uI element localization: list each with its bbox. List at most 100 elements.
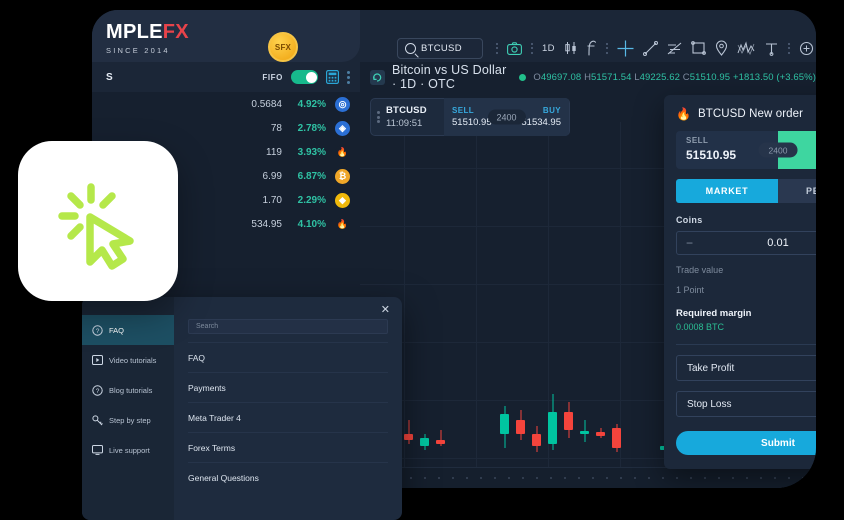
fib-icon[interactable]: [667, 36, 682, 60]
brand-name-red: FX: [162, 21, 189, 43]
help-topic-item[interactable]: Meta Trader 4: [188, 402, 388, 432]
quantity-value[interactable]: 0.01: [698, 237, 816, 249]
chart-tools: 1D: [496, 36, 816, 60]
help-sidebar-label: Live support: [109, 445, 150, 455]
help-sidebar-item-step-by-step[interactable]: Step by step: [82, 405, 174, 435]
zoom-icon[interactable]: [799, 36, 814, 60]
point-row: 1 Point 0 BTC: [676, 285, 816, 295]
candlestick: [436, 122, 445, 488]
order-side-selector: SELL 51510.95 BUY 51534.95 2400: [676, 131, 816, 169]
submit-button[interactable]: Submit: [676, 431, 816, 455]
margin-labels-row: Required margin Free margin: [676, 308, 816, 319]
ohlc-o-value: 49697.08: [540, 71, 582, 83]
ticket-buy[interactable]: BUY 51534.95: [521, 106, 561, 128]
candle-body: [516, 420, 525, 434]
click-cursor-icon: [58, 183, 134, 270]
help-search-placeholder: Search: [196, 323, 219, 330]
ticket-symbol-block: BTCUSD 11:09:51: [386, 105, 444, 129]
ohlc-o-key: O: [533, 71, 541, 83]
watchlist-menu-icon[interactable]: [347, 70, 350, 84]
help-topic-item[interactable]: Payments: [188, 372, 388, 402]
toolbar-separator: [531, 42, 533, 54]
amount-label: Coins: [676, 215, 703, 225]
watchlist-price: 534.95: [251, 218, 282, 230]
ohlc-h-value: 51571.54: [591, 71, 632, 83]
time-tick: [676, 477, 678, 479]
watchlist-price: 119: [266, 146, 282, 158]
quantity-stepper[interactable]: − 0.01 +: [676, 231, 816, 255]
new-order-header: 🔥 BTCUSD New order ✕: [664, 95, 816, 131]
camera-icon[interactable]: [507, 36, 522, 60]
timeframe-button[interactable]: 1D: [542, 36, 555, 60]
measure-icon[interactable]: [764, 36, 779, 60]
calculator-icon[interactable]: [326, 70, 339, 84]
function-icon[interactable]: [587, 36, 597, 60]
ticket-symbol: BTCUSD: [386, 105, 427, 116]
help-topic-item[interactable]: General Questions: [188, 462, 388, 492]
tab-market[interactable]: MARKET: [676, 179, 778, 203]
watchlist-row[interactable]: 78 2.78% ◈: [92, 116, 360, 140]
decrement-button[interactable]: −: [686, 236, 698, 250]
toolbar-separator: [787, 42, 790, 54]
symbol-search-input[interactable]: BTCUSD: [397, 38, 483, 59]
video-icon: [91, 354, 103, 366]
point-label: 1 Point: [676, 285, 705, 295]
brand-name: MPLEFX: [106, 22, 189, 42]
take-profit-row[interactable]: Take Profit +: [676, 355, 816, 381]
help-topic-item[interactable]: FAQ: [188, 342, 388, 372]
pin-icon[interactable]: [715, 36, 728, 60]
rectangle-icon[interactable]: [690, 36, 706, 60]
watchlist-row[interactable]: 0.5684 4.92% ◎: [92, 92, 360, 116]
ticket-sell-label: SELL: [452, 106, 475, 115]
watchlist-price: 78: [270, 122, 282, 134]
fifo-toggle[interactable]: [291, 70, 318, 84]
help-panel: ? FAQ Video tutorials? Blog tutorials Step b…: [82, 297, 402, 520]
time-tick: [424, 477, 426, 479]
time-tick: [592, 477, 594, 479]
help-content: ✕ Search FAQ Payments Meta Trader 4 Forex T…: [174, 297, 402, 520]
brand-tagline: SINCE 2014: [106, 46, 170, 55]
candlestick: [564, 122, 573, 488]
help-search-input[interactable]: Search: [188, 319, 388, 334]
new-order-panel: 🔥 BTCUSD New order ✕ SELL 51510.95 BUY 5…: [664, 95, 816, 469]
elliott-icon[interactable]: [737, 36, 755, 60]
time-tick: [732, 477, 734, 479]
time-tick: [760, 477, 762, 479]
open-position-ticket[interactable]: BTCUSD 11:09:51 SELL 51510.95 2400 BUY 5…: [370, 98, 570, 136]
divider: [676, 344, 816, 345]
candlestick: [580, 122, 589, 488]
chart-time-axis: [360, 467, 816, 488]
help-sidebar-item-faq[interactable]: ? FAQ: [82, 315, 174, 345]
brand-tab: MPLEFX SINCE 2014 SFX: [92, 10, 360, 62]
time-tick: [648, 477, 650, 479]
help-sidebar-item-live-support[interactable]: Live support: [82, 435, 174, 465]
ticket-menu-icon[interactable]: [377, 111, 380, 123]
time-tick: [522, 477, 524, 479]
brand-name-white: MPLE: [106, 21, 163, 43]
watchlist-price: 1.70: [262, 194, 282, 206]
help-close-icon[interactable]: ✕: [381, 303, 390, 316]
help-sidebar-label: FAQ: [109, 325, 125, 335]
crosshair-icon[interactable]: [617, 36, 634, 60]
help-topic-list: FAQ Payments Meta Trader 4 Forex Terms Gener…: [188, 342, 388, 492]
ticket-buy-label: BUY: [542, 106, 561, 115]
candles-icon[interactable]: [564, 36, 578, 60]
coin-icon: 🔥: [335, 144, 350, 160]
symbol-info-bar: Bitcoin vs US Dollar · 1D · OTC O49697.0…: [370, 62, 816, 92]
help-sidebar-item-video-tutorials[interactable]: Video tutorials: [82, 345, 174, 375]
time-tick: [550, 477, 552, 479]
candle-body: [532, 434, 541, 446]
coin-icon: ₿: [335, 168, 350, 184]
flame-icon: 🔥: [676, 107, 691, 121]
watchlist-change: 4.92%: [297, 98, 326, 110]
required-margin-label: Required margin: [676, 308, 752, 319]
ticket-sell[interactable]: SELL 51510.95: [452, 106, 492, 128]
time-tick: [410, 477, 412, 479]
help-sidebar: ? FAQ Video tutorials? Blog tutorials Step b…: [82, 297, 174, 520]
amount-header: Coins Available:12.24: [676, 215, 816, 225]
help-sidebar-item-blog-tutorials[interactable]: ? Blog tutorials: [82, 375, 174, 405]
trendline-icon[interactable]: [642, 36, 658, 60]
help-topic-item[interactable]: Forex Terms: [188, 432, 388, 462]
tab-pending[interactable]: PENDING: [778, 179, 816, 203]
stop-loss-row[interactable]: Stop Loss +: [676, 391, 816, 417]
